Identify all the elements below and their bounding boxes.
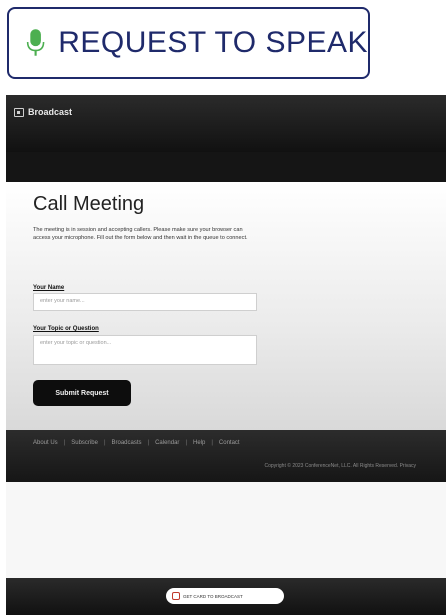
footer-separator: | (147, 440, 150, 446)
footer-separator: | (211, 440, 213, 446)
window-title-label: Broadcast (28, 107, 73, 117)
embedded-window: Broadcast Call Meeting The meeting is in… (6, 95, 446, 615)
bottom-bar: GET CARD TO BROADCAST (6, 578, 446, 615)
footer-link[interactable]: Help (193, 440, 205, 446)
header-band (6, 152, 446, 182)
footer: About Us | Subscribe | Broadcasts | Calenda… (6, 430, 446, 482)
footer-link[interactable]: About Us (33, 440, 58, 446)
call-meeting-panel: Call Meeting The meeting is in session a… (6, 182, 446, 430)
footer-link[interactable]: Contact (219, 440, 240, 446)
footer-link[interactable]: Subscribe (71, 440, 98, 446)
footer-separator: | (103, 440, 106, 446)
page-title: Call Meeting (33, 193, 145, 215)
bottom-pill-label: GET CARD TO BROADCAST (183, 593, 243, 599)
submit-request-button[interactable]: Submit Request (33, 380, 131, 406)
footer-links: About Us | Subscribe | Broadcasts | Calenda… (33, 440, 240, 446)
copyright-text: Copyright © 2023 ConferenceNet, LLC. All… (264, 463, 416, 469)
name-input[interactable]: enter your name... (33, 293, 257, 311)
topic-textarea[interactable]: enter your topic or question... (33, 335, 257, 365)
footer-separator: | (63, 440, 66, 446)
microphone-icon (26, 29, 45, 56)
window-title: Broadcast (14, 107, 72, 117)
topic-label: Your Topic or Question (33, 326, 99, 332)
footer-link[interactable]: Calendar (155, 440, 179, 446)
broadcast-icon (14, 107, 24, 117)
request-to-speak-label: REQUEST TO SPEAK (58, 26, 368, 59)
card-icon (172, 592, 180, 600)
footer-link[interactable]: Broadcasts (112, 440, 142, 446)
call-description: The meeting is in session and accepting … (33, 227, 248, 241)
window-header: Broadcast (6, 95, 446, 152)
footer-separator: | (185, 440, 187, 446)
bottom-pill-button[interactable]: GET CARD TO BROADCAST (166, 588, 284, 604)
name-label: Your Name (33, 285, 65, 291)
blank-area (6, 482, 446, 578)
request-to-speak-button[interactable]: REQUEST TO SPEAK (7, 7, 370, 79)
